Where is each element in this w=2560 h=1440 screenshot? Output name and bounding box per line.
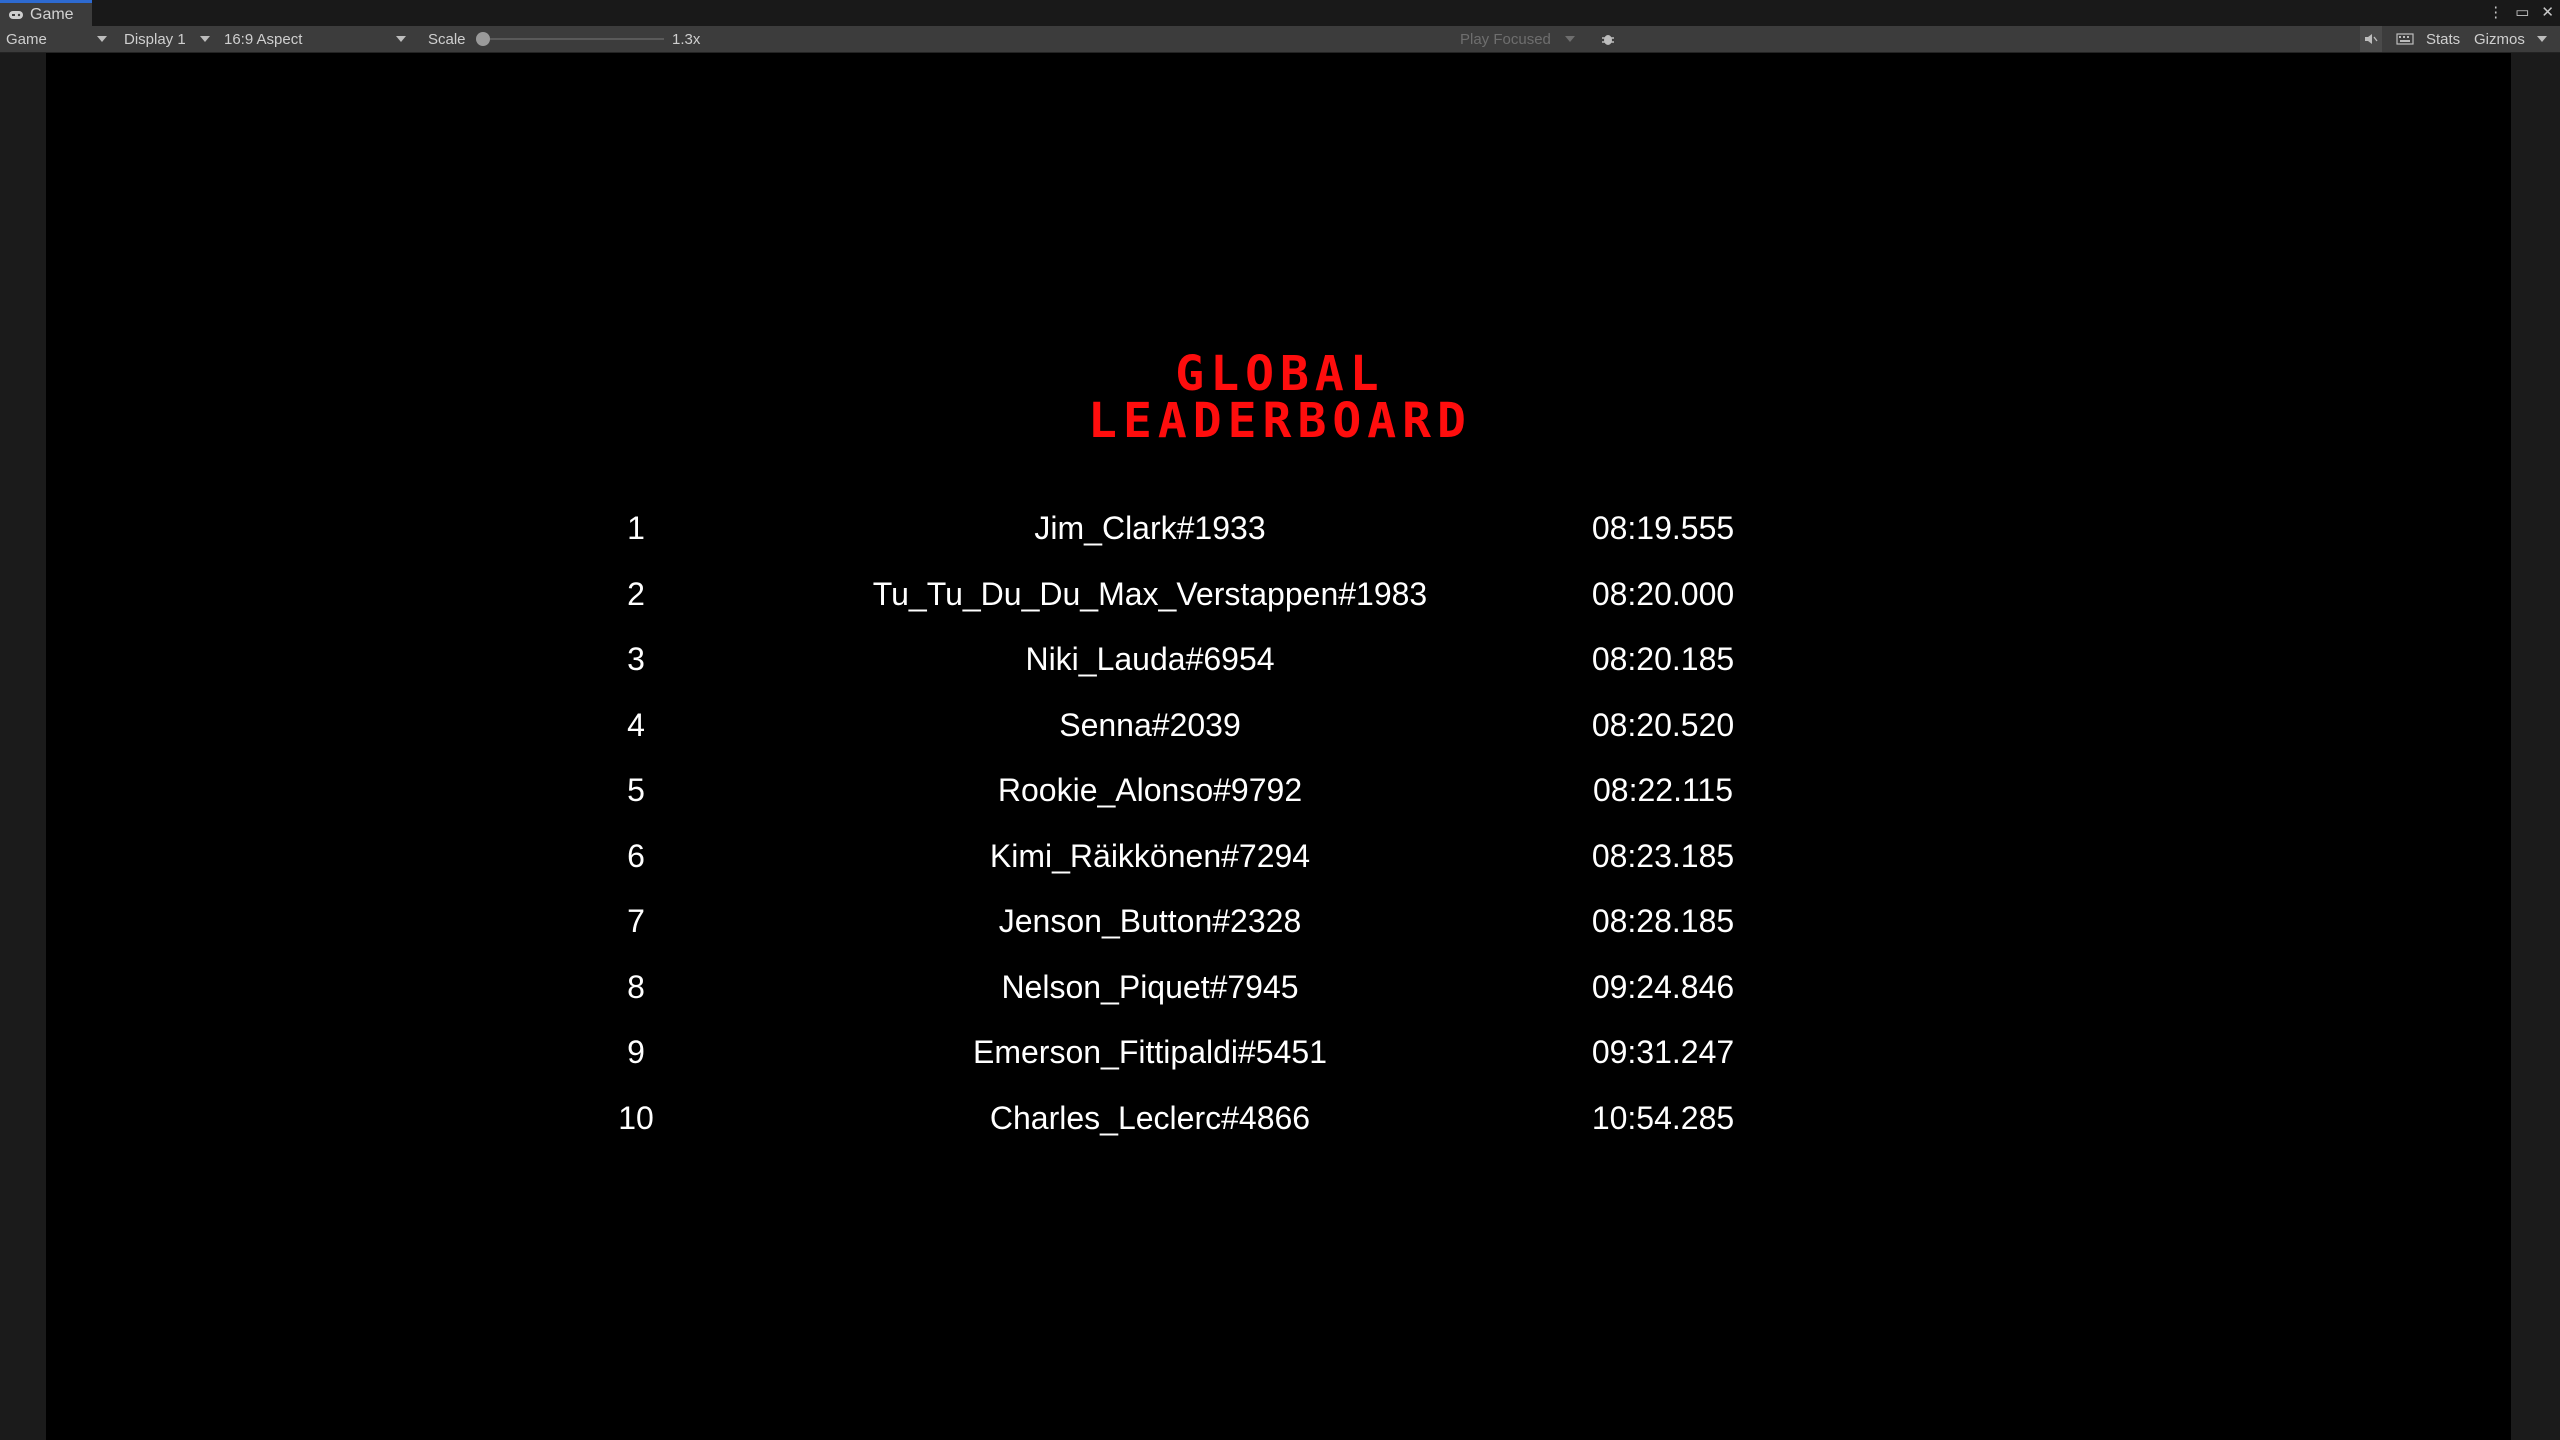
chevron-down-icon [396, 36, 407, 42]
leaderboard-rank: 6 [627, 837, 645, 874]
leaderboard-time: 09:31.247 [1591, 1034, 1735, 1070]
leaderboard-player-name: Niki_Lauda#6954 [1025, 641, 1275, 677]
leaderboard-player-name: Nelson_Piquet#7945 [1001, 968, 1299, 1005]
leaderboard-time: 08:20.520 [1591, 706, 1735, 743]
leaderboard-row: 4 Senna#2039 08:20.520 [0, 707, 2560, 773]
keyboard-shortcuts-icon[interactable] [2396, 26, 2414, 52]
tab-game[interactable]: Game [0, 0, 92, 26]
leaderboard-player-name: Senna#2039 [1059, 706, 1241, 743]
bug-icon[interactable] [1600, 26, 1616, 52]
leaderboard-rank: 7 [627, 903, 645, 939]
leaderboard-row: 9 Emerson_Fittipaldi#5451 09:31.247 [0, 1034, 2560, 1100]
chevron-down-icon [2536, 36, 2547, 42]
leaderboard-row: 5 Rookie_Alonso#9792 08:22.115 [0, 772, 2560, 838]
aspect-label: 16:9 Aspect [224, 30, 303, 48]
leaderboard-player-name: Rookie_Alonso#9792 [997, 772, 1303, 808]
leaderboard-rank: 5 [627, 772, 645, 808]
leaderboard-time: 08:23.185 [1591, 837, 1735, 874]
leaderboard-row: 6 Kimi_Räikkönen#7294 08:23.185 [0, 838, 2560, 904]
mute-audio-icon[interactable] [2360, 26, 2382, 52]
leaderboard-time: 08:20.185 [1591, 641, 1735, 677]
mode-dropdown[interactable]: Game [6, 26, 110, 52]
leaderboard-rank: 3 [627, 641, 645, 677]
leaderboard-title-line2: LEADERBOARD [1088, 393, 1472, 449]
leaderboard-row: 10 Charles_Leclerc#4866 10:54.285 [0, 1100, 2560, 1166]
leaderboard-player-name: Jim_Clark#1933 [1034, 510, 1266, 546]
gizmos-label: Gizmos [2474, 30, 2525, 48]
gizmos-dropdown[interactable]: Gizmos [2474, 26, 2556, 52]
leaderboard-rank: 8 [627, 968, 645, 1005]
aspect-dropdown[interactable]: 16:9 Aspect [224, 26, 420, 52]
leaderboard-time: 08:19.555 [1591, 510, 1735, 546]
leaderboard-rank: 4 [627, 706, 645, 743]
window-controls: ⋮ ▭ ✕ [2488, 3, 2554, 21]
leaderboard-row: 2 Tu_Tu_Du_Du_Max_Verstappen#1983 08:20.00… [0, 576, 2560, 642]
stats-button[interactable]: Stats [2426, 26, 2460, 52]
play-focused-dropdown[interactable]: Play Focused [1460, 26, 1592, 52]
leaderboard-row: 8 Nelson_Piquet#7945 09:24.846 [0, 969, 2560, 1035]
leaderboard-title-line1: GLOBAL [1175, 346, 1385, 402]
chevron-down-icon [1564, 36, 1575, 42]
leaderboard-time: 10:54.285 [1591, 1099, 1735, 1136]
more-options-icon[interactable]: ⋮ [2488, 3, 2503, 21]
close-icon[interactable]: ✕ [2541, 3, 2554, 21]
display-label: Display 1 [124, 30, 186, 48]
leaderboard-row: 7 Jenson_Button#2328 08:28.185 [0, 903, 2560, 969]
leaderboard-rank: 2 [627, 575, 645, 612]
play-focused-label: Play Focused [1460, 30, 1551, 48]
game-toolbar: Game Display 1 16:9 Aspect Scale 1.3x Pl… [0, 26, 2560, 53]
leaderboard-player-name: Tu_Tu_Du_Du_Max_Verstappen#1983 [872, 575, 1428, 612]
leaderboard-player-name: Jenson_Button#2328 [998, 903, 1302, 939]
chevron-down-icon [199, 36, 210, 42]
scale-slider-track[interactable] [484, 38, 664, 40]
tab-label: Game [30, 5, 74, 23]
leaderboard-player-name: Kimi_Räikkönen#7294 [989, 837, 1311, 874]
display-dropdown[interactable]: Display 1 [124, 26, 220, 52]
maximize-icon[interactable]: ▭ [2515, 3, 2529, 21]
leaderboard-rank: 10 [618, 1099, 654, 1136]
leaderboard-time: 08:28.185 [1591, 903, 1735, 939]
leaderboard-time: 09:24.846 [1591, 968, 1735, 1005]
leaderboard-rank: 1 [627, 510, 645, 546]
scale-label: Scale [428, 30, 466, 48]
leaderboard-rank: 9 [627, 1034, 645, 1070]
scale-slider-handle[interactable] [476, 32, 490, 46]
scale-value: 1.3x [672, 30, 701, 48]
leaderboard-time: 08:20.000 [1591, 575, 1735, 612]
leaderboard-row: 1 Jim_Clark#1933 08:19.555 [0, 510, 2560, 576]
tab-bar: Game ⋮ ▭ ✕ [0, 0, 2560, 26]
leaderboard-player-name: Emerson_Fittipaldi#5451 [973, 1034, 1327, 1070]
chevron-down-icon [96, 36, 107, 42]
leaderboard-row: 3 Niki_Lauda#6954 08:20.185 [0, 641, 2560, 707]
gamepad-icon [9, 10, 23, 19]
leaderboard-player-name: Charles_Leclerc#4866 [989, 1099, 1311, 1136]
leaderboard-time: 08:22.115 [1593, 772, 1733, 808]
mode-label: Game [6, 30, 47, 48]
